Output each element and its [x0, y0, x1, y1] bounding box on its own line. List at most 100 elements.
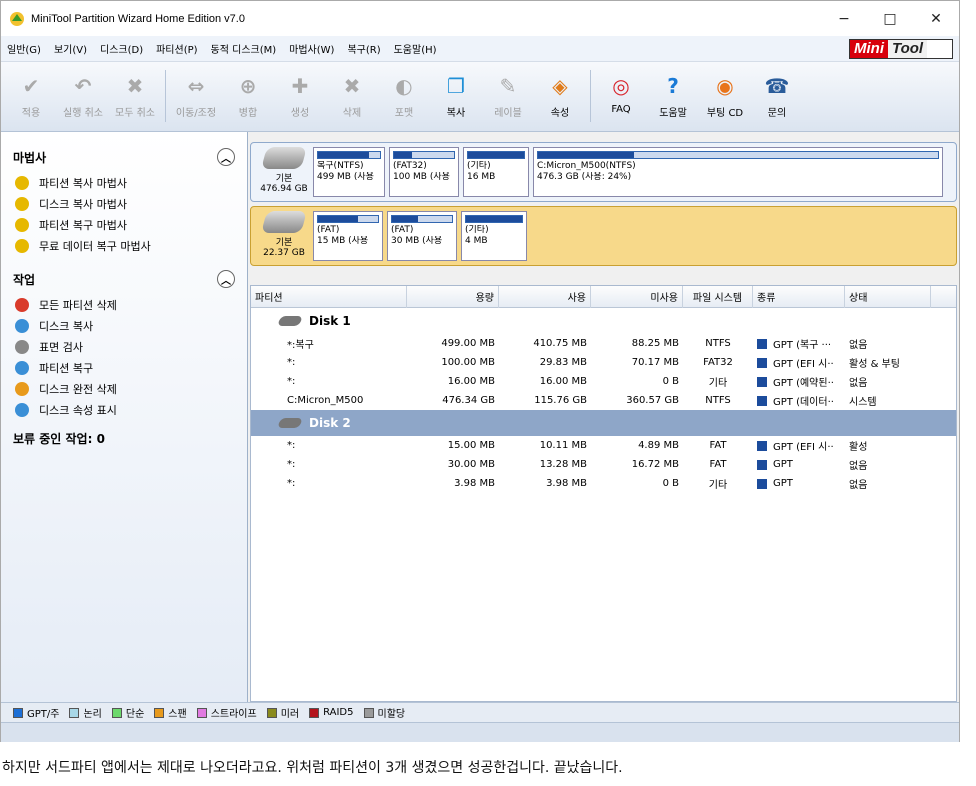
wizard-item-label: 디스크 복사 마법사: [39, 197, 127, 211]
usage-bar: [465, 215, 523, 223]
legend-item: 스팬: [154, 705, 187, 720]
column-header[interactable]: 사용: [499, 285, 591, 308]
menu-wizard[interactable]: 마법사(W): [289, 41, 334, 56]
cell-text: 활성: [849, 442, 868, 453]
toolbar-label: FAQ: [611, 104, 631, 115]
disk-info: 기본 476.94 GB: [255, 147, 313, 197]
disk-label: Disk 1: [309, 314, 351, 328]
create-button[interactable]: ✚ 생성: [274, 70, 326, 119]
partition-block[interactable]: C:Micron_M500(NTFS) 476.3 GB (사용: 24%): [533, 147, 943, 197]
partition-block[interactable]: (기타) 16 MB: [463, 147, 529, 197]
wizard-item[interactable]: 디스크 복사 마법사: [13, 193, 235, 214]
app-window: MiniTool Partition Wizard Home Edition v…: [0, 0, 960, 742]
legend-swatch: [196, 707, 207, 718]
table-cell: *:: [251, 376, 407, 387]
label-button[interactable]: ✎ 레이블: [482, 70, 534, 119]
toolbar-label: 생성: [290, 108, 310, 119]
table-row[interactable]: *: 15.00 MB 10.11 MB 4.89 MB FAT GPT (EFI 시··…: [251, 436, 956, 455]
column-header[interactable]: 상태: [845, 285, 931, 308]
operation-item[interactable]: 디스크 속성 표시: [13, 399, 235, 420]
partition-block[interactable]: (FAT) 15 MB (사용: [313, 211, 383, 261]
delete-button[interactable]: ✖ 삭제: [326, 70, 378, 119]
contact-button[interactable]: ☎ 문의: [751, 70, 803, 119]
collapse-ops-icon[interactable]: ︿: [217, 270, 235, 288]
table-row[interactable]: *: 16.00 MB 16.00 MB 0 B 기타 GPT (예약된·· 없음: [251, 372, 956, 391]
boot-cd-button[interactable]: ◉ 부팅 CD: [699, 70, 751, 119]
undo-button[interactable]: ↶ 실행 취소: [57, 70, 109, 119]
wizard-item-label: 파티션 복사 마법사: [39, 176, 127, 190]
cancel-button[interactable]: ✖ 모두 취소: [109, 70, 161, 119]
table-row[interactable]: *: 100.00 MB 29.83 MB 70.17 MB FAT32 GPT (EFI…: [251, 353, 956, 372]
collapse-wizard-icon[interactable]: ︿: [217, 148, 235, 166]
column-header[interactable]: 용량: [407, 285, 499, 308]
operation-item[interactable]: 디스크 완전 삭제: [13, 378, 235, 399]
copy-button[interactable]: ❐ 복사: [430, 70, 482, 119]
toolbar-label: 복사: [446, 108, 466, 119]
column-header[interactable]: 종류: [753, 285, 845, 308]
wizard-icon: [15, 238, 29, 253]
toolbar-separator: [165, 70, 166, 122]
menu-disk[interactable]: 디스크(D): [100, 41, 143, 56]
column-header[interactable]: 파티션: [251, 285, 407, 308]
table-cell: 13.28 MB: [499, 459, 591, 470]
operation-item[interactable]: 파티션 복구: [13, 357, 235, 378]
operation-item-label: 표면 검사: [39, 340, 83, 354]
disk-map-row[interactable]: 기본 476.94 GB 복구(NTFS) 499 MB (사용 (FAT32) 100 …: [250, 142, 957, 202]
partition-size: 100 MB (사용: [393, 172, 450, 182]
disk-header-row[interactable]: Disk 1: [251, 308, 956, 334]
merge-button[interactable]: ⊕ 병합: [222, 70, 274, 119]
partition-block[interactable]: (기타) 4 MB: [461, 211, 527, 261]
disk-info: 기본 22.37 GB: [255, 211, 313, 261]
table-header: 파티션 용량 사용 미사용 파일 시스템 종류 상태: [251, 285, 956, 308]
wizard-item[interactable]: 파티션 복사 마법사: [13, 172, 235, 193]
type-color-square: [757, 357, 767, 368]
cell-text: 410.75 MB: [533, 338, 587, 349]
table-cell: 활성 & 부팅: [845, 355, 931, 370]
table-row[interactable]: C:Micron_M500 476.34 GB 115.76 GB 360.57 GB…: [251, 391, 956, 410]
wizard-item[interactable]: 무료 데이터 복구 마법사: [13, 235, 235, 256]
usage-bar-fill: [394, 152, 412, 158]
menu-help[interactable]: 도움말(H): [394, 41, 437, 56]
operation-item[interactable]: 모든 파티션 삭제: [13, 294, 235, 315]
menu-view[interactable]: 보기(V): [54, 41, 87, 56]
minimize-button[interactable]: −: [821, 1, 867, 36]
table-row[interactable]: *: 3.98 MB 3.98 MB 0 B 기타 GPT 없음: [251, 474, 956, 493]
type-color-square: [757, 440, 767, 451]
toolbar-label: 포맷: [394, 108, 414, 119]
partition-size: 16 MB: [467, 172, 496, 182]
menu-recovery[interactable]: 복구(R): [347, 41, 380, 56]
wizard-item[interactable]: 파티션 복구 마법사: [13, 214, 235, 235]
table-cell: 29.83 MB: [499, 357, 591, 368]
properties-icon: ◈: [552, 74, 568, 98]
close-button[interactable]: ✕: [913, 1, 959, 36]
table-cell: 115.76 GB: [499, 395, 591, 406]
menu-partition[interactable]: 파티션(P): [156, 41, 197, 56]
partition-block[interactable]: (FAT32) 100 MB (사용: [389, 147, 459, 197]
cell-text: 없음: [849, 378, 868, 389]
legend-swatch: [111, 707, 122, 718]
help-button[interactable]: ? 도움말: [647, 70, 699, 119]
disk-header-row[interactable]: Disk 2: [251, 410, 956, 436]
partition-block[interactable]: (FAT) 30 MB (사용: [387, 211, 457, 261]
partition-name: (기타): [465, 225, 489, 235]
column-header[interactable]: 파일 시스템: [683, 285, 753, 308]
maximize-button[interactable]: □: [867, 1, 913, 36]
faq-lifebuoy-button[interactable]: ◎ FAQ: [595, 70, 647, 115]
menu-dynamic-disk[interactable]: 동적 디스크(M): [211, 41, 277, 56]
move-resize-button[interactable]: ⇔ 이동/조정: [170, 70, 222, 119]
table-row[interactable]: *:복구 499.00 MB 410.75 MB 88.25 MB NTFS GPT (복…: [251, 334, 956, 353]
column-header[interactable]: 미사용: [591, 285, 683, 308]
check-button[interactable]: ✔ 적용: [5, 70, 57, 119]
properties-button[interactable]: ◈ 속성: [534, 70, 586, 119]
table-row[interactable]: *: 30.00 MB 13.28 MB 16.72 MB FAT GPT 없음: [251, 455, 956, 474]
partition-block[interactable]: 복구(NTFS) 499 MB (사용: [313, 147, 385, 197]
legend-swatch: [309, 707, 320, 718]
operation-item[interactable]: 표면 검사: [13, 336, 235, 357]
operation-item[interactable]: 디스크 복사: [13, 315, 235, 336]
table-cell: 없음: [845, 476, 931, 491]
cell-text: 없음: [849, 480, 868, 491]
format-button[interactable]: ◐ 포맷: [378, 70, 430, 119]
wizard-icon: [15, 217, 29, 232]
menu-general[interactable]: 일반(G): [7, 41, 41, 56]
disk-map-row[interactable]: 기본 22.37 GB (FAT) 15 MB (사용 (FAT) 30 MB (사용 (기…: [250, 206, 957, 266]
